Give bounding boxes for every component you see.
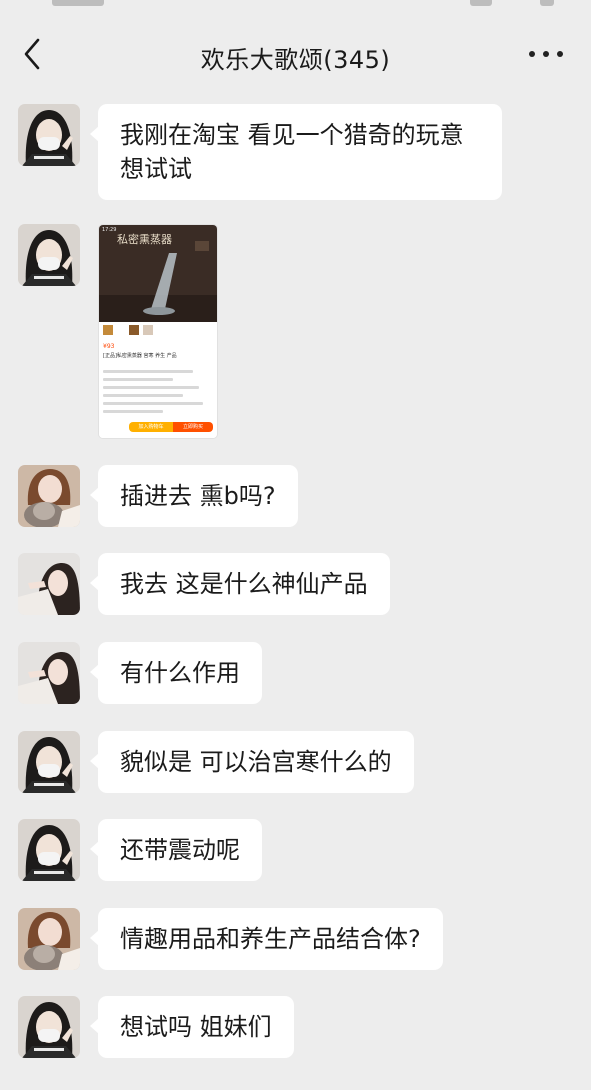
message-bubble[interactable]: 想试吗 姐妹们 bbox=[90, 996, 294, 1058]
girl-cat-avatar[interactable] bbox=[18, 908, 80, 970]
message-bubble[interactable]: 还带震动呢 bbox=[90, 819, 262, 881]
more-dot-icon bbox=[557, 51, 563, 57]
product-photo: 17:29 私密熏蒸器 bbox=[99, 225, 217, 322]
chat-title: 欢乐大歌颂(345) bbox=[200, 46, 391, 74]
girl-mask-avatar[interactable] bbox=[18, 731, 80, 793]
girl-cat-avatar[interactable] bbox=[18, 465, 80, 527]
message-bubble[interactable]: 有什么作用 bbox=[90, 642, 262, 704]
girl-lying-avatar[interactable] bbox=[18, 553, 80, 615]
message-bubble[interactable]: 貌似是 可以治宫寒什么的 bbox=[90, 731, 414, 793]
message-bubble[interactable]: 插进去 熏b吗? bbox=[90, 465, 298, 527]
girl-mask-avatar[interactable] bbox=[18, 819, 80, 881]
steamer-product-icon bbox=[99, 241, 217, 322]
message-bubble[interactable]: 我刚在淘宝 看见一个猎奇的玩意 想试试 bbox=[90, 104, 502, 200]
girl-lying-avatar[interactable] bbox=[18, 642, 80, 704]
message-bubble[interactable]: 情趣用品和养生产品结合体? bbox=[90, 908, 443, 970]
girl-mask-avatar[interactable] bbox=[18, 104, 80, 166]
girl-mask-avatar[interactable] bbox=[18, 224, 80, 286]
chat-header: 欢乐大歌颂(345) bbox=[0, 14, 591, 98]
status-bar bbox=[0, 0, 591, 14]
girl-mask-avatar[interactable] bbox=[18, 996, 80, 1058]
more-dot-icon bbox=[543, 51, 549, 57]
add-to-cart-button: 加入购物车 bbox=[129, 422, 173, 432]
product-screenshot-image[interactable]: 17:29 私密熏蒸器 ¥93 [正品]私密熏蒸器 宫寒 养生 产品 加入购物车… bbox=[98, 224, 218, 439]
buy-now-button: 立即购买 bbox=[173, 422, 213, 432]
message-bubble[interactable]: 我去 这是什么神仙产品 bbox=[90, 553, 390, 615]
more-dot-icon bbox=[529, 51, 535, 57]
more-options-button[interactable] bbox=[529, 42, 563, 66]
